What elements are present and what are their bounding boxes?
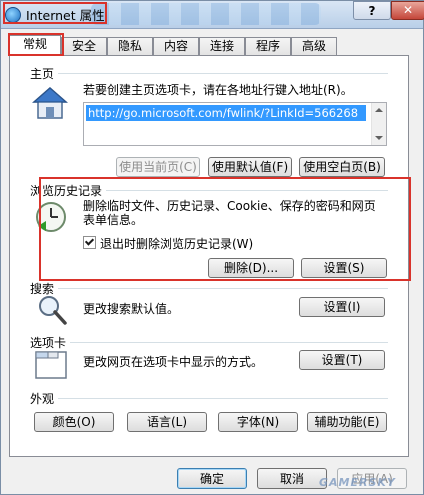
house-icon (32, 87, 68, 119)
help-button[interactable]: ? (353, 1, 391, 20)
cancel-button[interactable]: 取消 (257, 468, 327, 489)
use-blank-button[interactable]: 使用空白页(B) (299, 157, 385, 177)
search-settings-button[interactable]: 设置(I) (299, 297, 385, 317)
homepage-url-field[interactable]: http://go.microsoft.com/fwlink/?LinkId=5… (83, 102, 387, 146)
use-current-button[interactable]: 使用当前页(C) (116, 157, 200, 177)
tab-content[interactable]: 内容 (153, 37, 199, 55)
browser-tabs-icon (35, 351, 67, 379)
scroll-down-arrow-icon[interactable] (375, 136, 383, 140)
homepage-group-label: 主页 (30, 65, 59, 82)
ok-button[interactable]: 确定 (177, 468, 247, 489)
tabs-settings-button[interactable]: 设置(T) (299, 350, 385, 370)
appearance-divider (32, 398, 388, 399)
watermark: GAMERSKY (319, 476, 396, 489)
tab-advanced[interactable]: 高级 (291, 37, 337, 55)
url-scrollbar[interactable] (371, 103, 386, 145)
scroll-up-arrow-icon[interactable] (375, 108, 383, 112)
internet-options-dialog: Internet 属性 ? ✕ 常规 安全 隐私 内容 连接 程序 高级 主页 … (0, 0, 424, 495)
search-divider (32, 288, 388, 289)
history-highlight-box (39, 177, 411, 281)
colors-button[interactable]: 颜色(O) (34, 412, 114, 432)
fonts-button[interactable]: 字体(N) (218, 412, 298, 432)
accessibility-button[interactable]: 辅助功能(E) (307, 412, 387, 432)
homepage-divider (32, 73, 388, 74)
title-bar-background (91, 3, 321, 25)
tab-highlight-box (8, 33, 64, 56)
homepage-url-value: http://go.microsoft.com/fwlink/?LinkId=5… (86, 105, 366, 121)
search-description: 更改搜索默认值。 (83, 302, 180, 316)
tabs-description: 更改网页在选项卡中显示的方式。 (83, 355, 264, 369)
homepage-instruction: 若要创建主页选项卡，请在各地址行键入地址(R)。 (83, 83, 353, 97)
use-default-button[interactable]: 使用默认值(F) (208, 157, 292, 177)
tab-security[interactable]: 安全 (61, 37, 107, 55)
title-highlight-box (3, 2, 107, 24)
title-bar: Internet 属性 ? ✕ (1, 1, 424, 29)
magnifier-icon (39, 296, 67, 325)
tab-connections[interactable]: 连接 (199, 37, 245, 55)
appearance-group-label: 外观 (30, 390, 59, 407)
tabs-divider (32, 342, 388, 343)
tab-privacy[interactable]: 隐私 (107, 37, 153, 55)
languages-button[interactable]: 语言(L) (127, 412, 207, 432)
close-button[interactable]: ✕ (391, 1, 424, 20)
tab-programs[interactable]: 程序 (245, 37, 291, 55)
